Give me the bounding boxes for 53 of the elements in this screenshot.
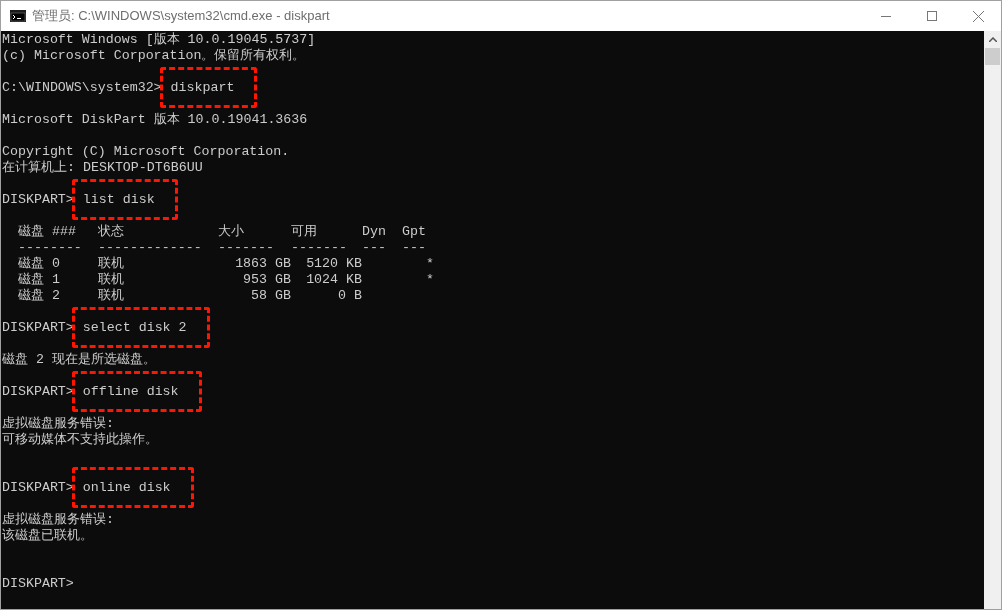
command-prompt: DISKPART> — [2, 384, 74, 400]
console-output-line: Microsoft Windows [版本 10.0.19045.5737] — [2, 32, 316, 48]
console-output-line: 磁盘 2 现在是所选磁盘。 — [2, 352, 156, 368]
free-cell: 5120 KB — [306, 256, 362, 272]
column-rule: ------- — [218, 240, 274, 255]
column-header: 大小 — [218, 224, 244, 239]
size-cell: 58 GB — [251, 288, 291, 304]
disk-cell: 磁盘 2 — [18, 288, 60, 303]
typed-command: select disk 2 — [82, 320, 187, 335]
console-output-line: 在计算机上: DESKTOP-DT6B6UU — [2, 160, 203, 176]
console-output-line: Copyright (C) Microsoft Corporation. — [2, 144, 290, 160]
typed-command: offline disk — [82, 384, 179, 399]
gpt-cell: * — [426, 256, 434, 272]
column-header: Dyn — [362, 224, 386, 239]
command-prompt: DISKPART> — [2, 480, 74, 496]
command-prompt: DISKPART> — [2, 320, 74, 336]
column-rule: ------------- — [98, 240, 202, 255]
status-cell: 联机 — [98, 272, 124, 287]
column-header: 状态 — [98, 224, 124, 239]
minimize-icon — [881, 15, 891, 17]
column-rule: ------- — [291, 240, 347, 255]
column-rule: --- — [402, 240, 426, 255]
status-cell: 联机 — [98, 256, 124, 271]
disk-cell: 磁盘 1 — [18, 272, 60, 287]
size-cell: 1863 GB — [235, 256, 291, 272]
close-icon — [972, 10, 984, 22]
console-output-line: (c) Microsoft Corporation。保留所有权利。 — [2, 48, 306, 64]
gpt-cell: * — [426, 272, 434, 288]
console-output-line: 虚拟磁盘服务错误: — [2, 416, 114, 432]
console-output-line: 可移动媒体不支持此操作。 — [2, 432, 158, 448]
column-header: 可用 — [291, 224, 317, 239]
column-header: 磁盘 ### — [18, 224, 76, 239]
command-prompt: DISKPART> — [2, 192, 74, 208]
status-cell: 联机 — [98, 288, 124, 303]
command-prompt: C:\WINDOWS\system32> — [2, 80, 162, 96]
column-rule: -------- — [18, 240, 82, 255]
console-output-line: 该磁盘已联机。 — [2, 528, 93, 544]
console-output-line: Microsoft DiskPart 版本 10.0.19041.3636 — [2, 112, 308, 128]
typed-command: online disk — [82, 480, 171, 495]
command-prompt: DISKPART> — [2, 576, 74, 592]
size-cell: 953 GB — [243, 272, 291, 288]
free-cell: 0 B — [338, 288, 362, 304]
window-title: 管理员: C:\WINDOWS\system32\cmd.exe - diskpart — [32, 7, 330, 26]
maximize-icon — [927, 11, 937, 21]
console-output-line: 虚拟磁盘服务错误: — [2, 512, 114, 528]
column-rule: --- — [362, 240, 386, 255]
typed-command: list disk — [82, 192, 155, 207]
typed-command: diskpart — [170, 80, 235, 95]
scrollbar-thumb[interactable] — [985, 48, 1000, 65]
free-cell: 1024 KB — [306, 272, 362, 288]
column-header: Gpt — [402, 224, 426, 239]
disk-cell: 磁盘 0 — [18, 256, 60, 271]
console-icon — [10, 10, 26, 22]
